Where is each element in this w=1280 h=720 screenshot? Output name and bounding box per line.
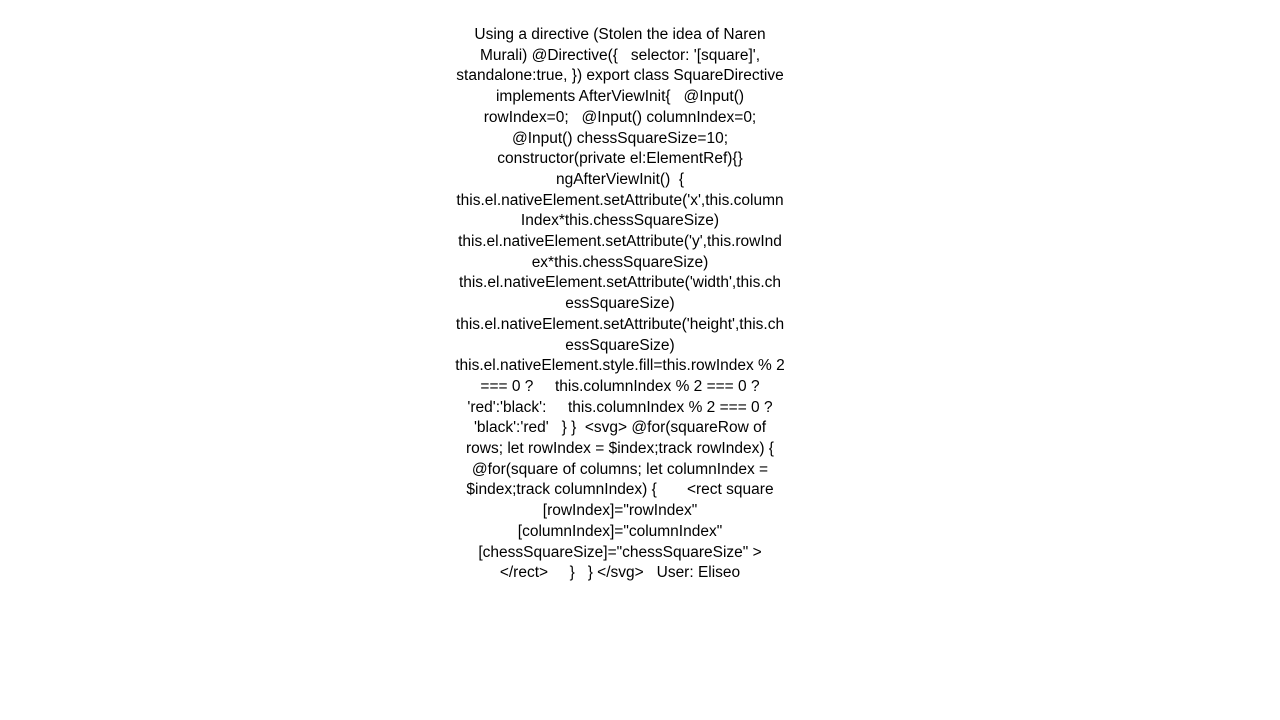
directive-code-prose: Using a directive (Stolen the idea of Na…: [455, 26, 796, 582]
page-root: Using a directive (Stolen the idea of Na…: [0, 0, 1280, 720]
